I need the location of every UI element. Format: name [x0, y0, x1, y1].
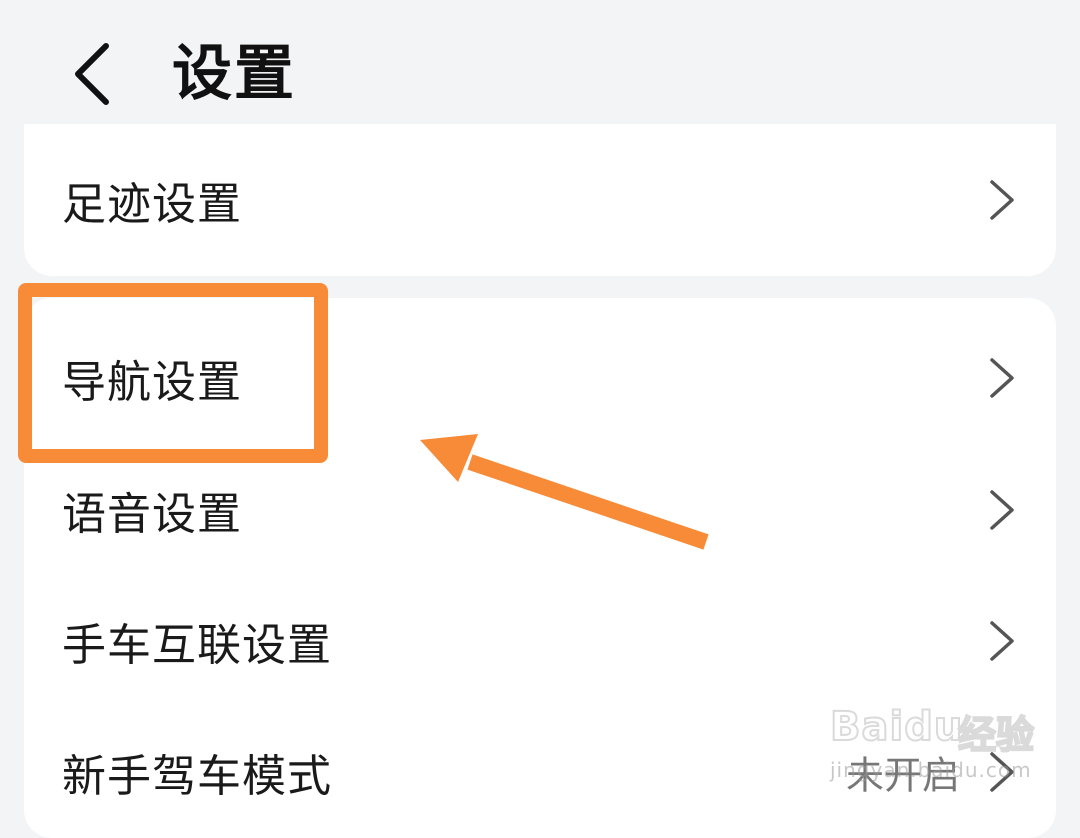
chevron-right-icon — [990, 358, 1014, 398]
highlight-box — [18, 283, 328, 463]
chevron-right-icon — [990, 180, 1014, 220]
row-label: 足迹设置 — [62, 179, 242, 230]
back-button[interactable] — [60, 38, 124, 110]
baidu-jingyan-watermark: Baidu 经验 jingyan.baidu.com — [826, 690, 1036, 800]
header: 设置 — [0, 0, 1080, 140]
chevron-right-icon — [990, 490, 1014, 530]
watermark-brand: Baidu — [829, 703, 964, 751]
row-label: 手车互联设置 — [62, 620, 332, 671]
page-title: 设置 — [172, 39, 296, 109]
watermark-brand-cn: 经验 — [957, 712, 1035, 758]
row-label: 新手驾车模式 — [62, 751, 332, 802]
row-label: 语音设置 — [62, 489, 242, 540]
voice-settings-row[interactable]: 语音设置 — [24, 444, 1056, 576]
chevron-right-icon — [990, 621, 1014, 661]
chevron-left-icon — [75, 43, 109, 105]
watermark-url: jingyan.baidu.com — [830, 758, 1032, 782]
footprint-settings-row[interactable]: 足迹设置 — [24, 134, 1056, 266]
phone-car-link-settings-row[interactable]: 手车互联设置 — [24, 575, 1056, 707]
settings-group-1: 足迹设置 — [24, 124, 1056, 276]
